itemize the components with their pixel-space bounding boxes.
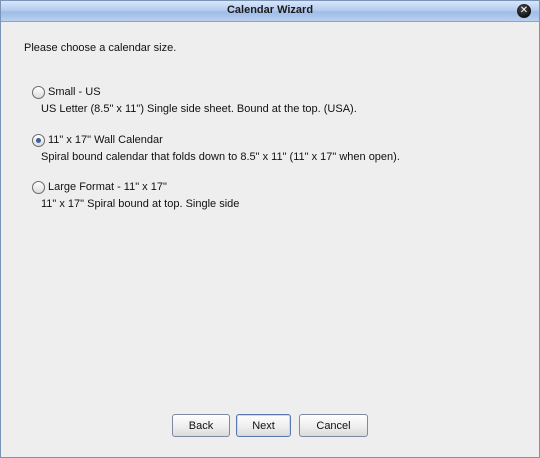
calendar-wizard-window: Calendar Wizard ✕ Please choose a calend… [0, 0, 540, 458]
option-label-wall-calendar: 11" x 17" Wall Calendar [48, 134, 163, 146]
option-desc-wall-calendar: Spiral bound calendar that folds down to… [41, 151, 400, 163]
option-label-small-us: Small - US [48, 86, 101, 98]
option-large-format[interactable]: Large Format - 11" x 17" 11" x 17" Spira… [32, 180, 239, 210]
window-title: Calendar Wizard [226, 4, 314, 16]
option-wall-calendar[interactable]: 11" x 17" Wall Calendar Spiral bound cal… [32, 133, 400, 163]
radio-wall-calendar[interactable] [32, 133, 45, 147]
close-icon[interactable]: ✕ [517, 4, 531, 18]
radio-small-us[interactable] [32, 85, 45, 99]
title-bar[interactable]: Calendar Wizard ✕ [1, 1, 539, 22]
wizard-content: Please choose a calendar size. Small - U… [1, 22, 539, 457]
next-button[interactable]: Next [236, 414, 291, 437]
back-button[interactable]: Back [172, 414, 230, 437]
option-label-large-format: Large Format - 11" x 17" [48, 181, 167, 193]
radio-large-format[interactable] [32, 180, 45, 194]
cancel-button[interactable]: Cancel [299, 414, 368, 437]
prompt-text: Please choose a calendar size. [24, 42, 177, 54]
option-small-us[interactable]: Small - US US Letter (8.5" x 11") Single… [32, 85, 357, 115]
button-bar: Back Next Cancel [172, 414, 368, 437]
option-desc-large-format: 11" x 17" Spiral bound at top. Single si… [41, 198, 240, 210]
option-desc-small-us: US Letter (8.5" x 11") Single side sheet… [41, 103, 357, 115]
